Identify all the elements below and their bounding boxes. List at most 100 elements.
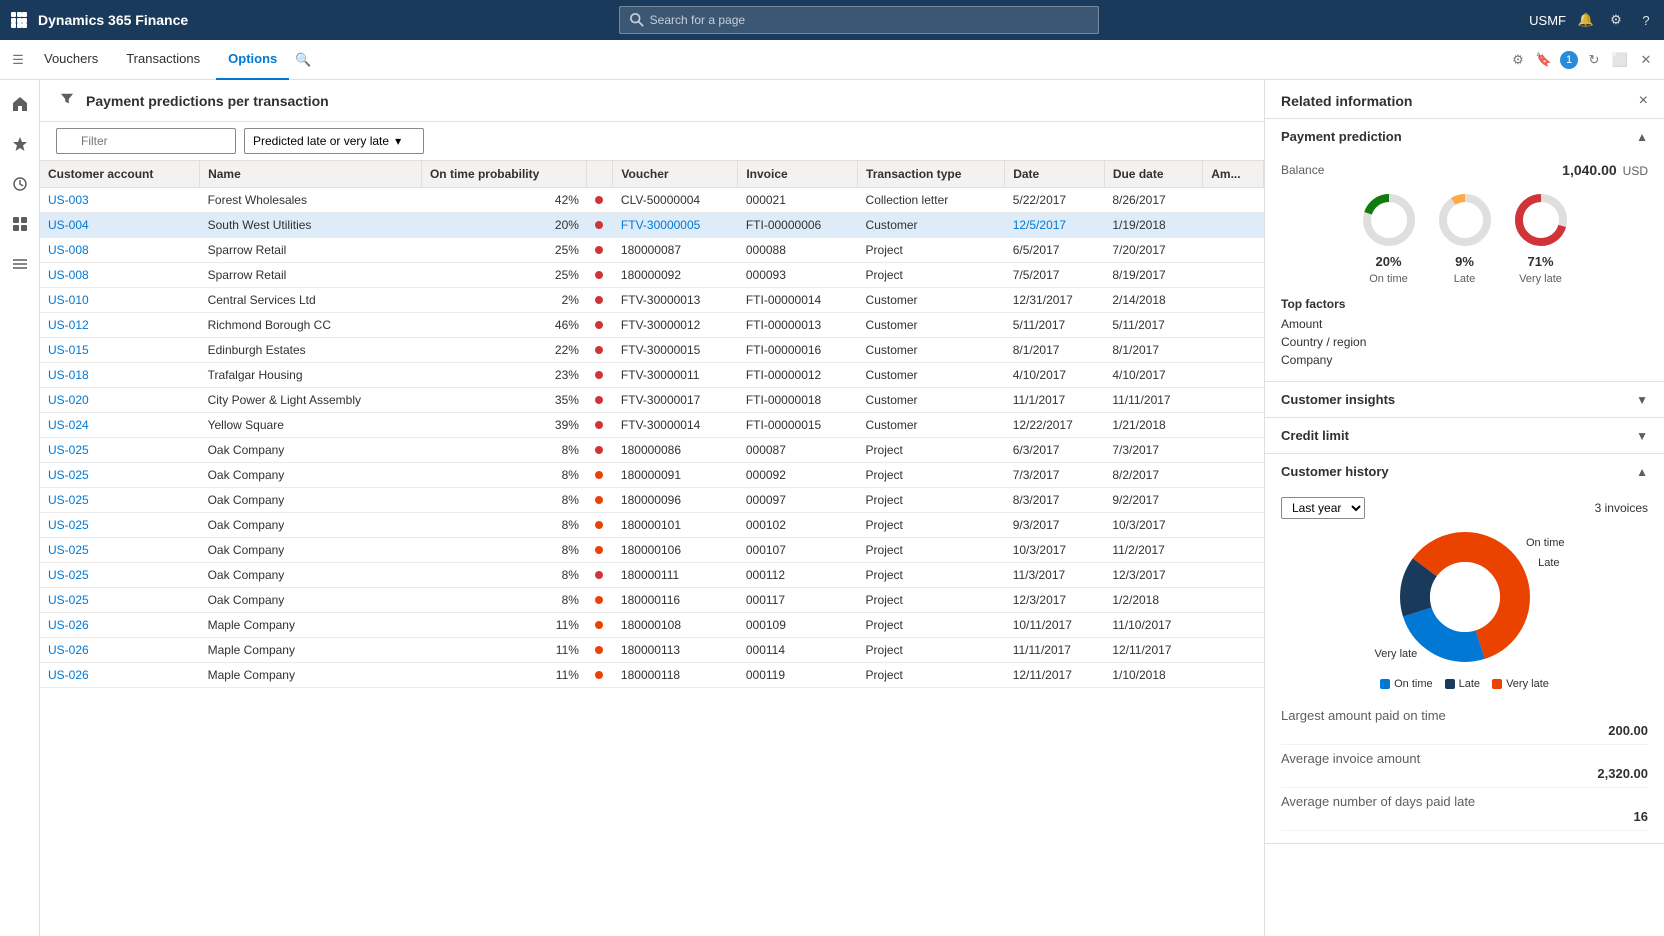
table-row[interactable]: US-018 Trafalgar Housing 23% FTV-3000001… — [40, 363, 1264, 388]
chevron-down-icon-credit: ▼ — [1636, 429, 1648, 443]
cell-account: US-025 — [40, 538, 200, 563]
cell-dot — [587, 263, 613, 288]
chart-label-late: Late — [1538, 557, 1559, 569]
cell-date: 12/3/2017 — [1005, 588, 1105, 613]
table-row[interactable]: US-026 Maple Company 11% 180000108 00010… — [40, 613, 1264, 638]
payment-prediction-section: Payment prediction ▲ Balance 1,040.00 US… — [1265, 119, 1664, 382]
cell-account: US-026 — [40, 613, 200, 638]
table-container[interactable]: Customer account Name On time probabilit… — [40, 161, 1264, 936]
cell-type: Project — [858, 513, 1005, 538]
cell-due: 5/11/2017 — [1104, 313, 1202, 338]
cell-voucher: 180000087 — [613, 238, 738, 263]
settings2-icon[interactable]: ⚙ — [1508, 50, 1528, 70]
cell-due: 8/2/2017 — [1104, 463, 1202, 488]
table-row[interactable]: US-025 Oak Company 8% 180000086 000087 P… — [40, 438, 1264, 463]
table-row[interactable]: US-025 Oak Company 8% 180000091 000092 P… — [40, 463, 1264, 488]
badge-icon[interactable]: 1 — [1560, 51, 1578, 69]
refresh-icon[interactable]: ↻ — [1584, 50, 1604, 70]
table-row[interactable]: US-025 Oak Company 8% 180000101 000102 P… — [40, 513, 1264, 538]
year-period-dropdown[interactable]: Last year — [1281, 497, 1365, 519]
cell-name: Maple Company — [200, 613, 422, 638]
sidebar-item-favorites[interactable] — [4, 128, 36, 160]
cell-probability: 22% — [421, 338, 586, 363]
legend-late: Late — [1445, 678, 1480, 690]
panel-close-button[interactable]: × — [1639, 92, 1648, 110]
credit-limit-header[interactable]: Credit limit ▼ — [1265, 418, 1664, 453]
table-row[interactable]: US-012 Richmond Borough CC 46% FTV-30000… — [40, 313, 1264, 338]
table-row[interactable]: US-025 Oak Company 8% 180000111 000112 P… — [40, 563, 1264, 588]
cell-type: Customer — [858, 313, 1005, 338]
tab-options[interactable]: Options — [216, 40, 289, 80]
table-row[interactable]: US-015 Edinburgh Estates 22% FTV-3000001… — [40, 338, 1264, 363]
table-row[interactable]: US-008 Sparrow Retail 25% 180000092 0000… — [40, 263, 1264, 288]
grid-icon[interactable] — [8, 9, 30, 31]
cell-invoice: 000114 — [738, 638, 858, 663]
col-amount: Am... — [1203, 161, 1264, 188]
top-nav-left: Dynamics 365 Finance — [8, 9, 188, 31]
history-controls: Last year 3 invoices — [1281, 497, 1648, 519]
cell-date: 10/3/2017 — [1005, 538, 1105, 563]
table-row[interactable]: US-024 Yellow Square 39% FTV-30000014 FT… — [40, 413, 1264, 438]
prediction-filter-dropdown[interactable]: Predicted late or very late ▾ — [244, 128, 424, 154]
filter-input[interactable] — [56, 128, 236, 154]
cell-voucher: FTV-30000015 — [613, 338, 738, 363]
cell-date: 7/5/2017 — [1005, 263, 1105, 288]
table-row[interactable]: US-020 City Power & Light Assembly 35% F… — [40, 388, 1264, 413]
table-row[interactable]: US-008 Sparrow Retail 25% 180000087 0000… — [40, 238, 1264, 263]
cell-due: 4/10/2017 — [1104, 363, 1202, 388]
sidebar-item-home[interactable] — [4, 88, 36, 120]
cell-dot — [587, 513, 613, 538]
filter-toggle-button[interactable] — [56, 88, 78, 113]
table-row[interactable]: US-010 Central Services Ltd 2% FTV-30000… — [40, 288, 1264, 313]
table-row[interactable]: US-026 Maple Company 11% 180000113 00011… — [40, 638, 1264, 663]
cell-amount — [1203, 638, 1264, 663]
bookmark-icon[interactable]: 🔖 — [1534, 50, 1554, 70]
table-row[interactable]: US-026 Maple Company 11% 180000118 00011… — [40, 663, 1264, 688]
table-row[interactable]: US-025 Oak Company 8% 180000106 000107 P… — [40, 538, 1264, 563]
balance-label: Balance — [1281, 163, 1324, 177]
tab-transactions[interactable]: Transactions — [114, 40, 212, 80]
cell-invoice: 000107 — [738, 538, 858, 563]
search-bar[interactable]: Search for a page — [619, 6, 1099, 34]
cell-amount — [1203, 213, 1264, 238]
cell-amount — [1203, 413, 1264, 438]
customer-insights-header[interactable]: Customer insights ▼ — [1265, 382, 1664, 417]
sidebar-item-recent[interactable] — [4, 168, 36, 200]
cell-name: Oak Company — [200, 563, 422, 588]
cell-name: Sparrow Retail — [200, 238, 422, 263]
menu-toggle[interactable]: ☰ — [8, 50, 28, 70]
top-nav-center: Search for a page — [196, 6, 1521, 34]
sidebar-item-modules[interactable] — [4, 248, 36, 280]
cell-date: 6/5/2017 — [1005, 238, 1105, 263]
table-row[interactable]: US-025 Oak Company 8% 180000096 000097 P… — [40, 488, 1264, 513]
cell-probability: 8% — [421, 488, 586, 513]
close-nav-icon[interactable]: ✕ — [1636, 50, 1656, 70]
open-icon[interactable]: ⬜ — [1610, 50, 1630, 70]
chart-label-very-late: Very late — [1375, 648, 1418, 660]
cell-voucher: FTV-30000013 — [613, 288, 738, 313]
cell-type: Project — [858, 263, 1005, 288]
table-row[interactable]: US-003 Forest Wholesales 42% CLV-5000000… — [40, 188, 1264, 213]
cell-name: Edinburgh Estates — [200, 338, 422, 363]
col-type: Transaction type — [858, 161, 1005, 188]
search-nav-icon[interactable]: 🔍 — [293, 50, 313, 70]
customer-history-header[interactable]: Customer history ▲ — [1265, 454, 1664, 489]
cell-date: 5/22/2017 — [1005, 188, 1105, 213]
cell-amount — [1203, 313, 1264, 338]
cell-amount — [1203, 538, 1264, 563]
chart-legend: On time Late Very late — [1380, 678, 1549, 690]
panel-header: Related information × — [1265, 80, 1664, 119]
cell-date: 8/3/2017 — [1005, 488, 1105, 513]
payment-prediction-header[interactable]: Payment prediction ▲ — [1265, 119, 1664, 154]
sidebar-item-workspaces[interactable] — [4, 208, 36, 240]
cell-due: 1/21/2018 — [1104, 413, 1202, 438]
stat-label-2: Average invoice amount — [1281, 751, 1648, 766]
tab-vouchers[interactable]: Vouchers — [32, 40, 110, 80]
table-row[interactable]: US-004 South West Utilities 20% FTV-3000… — [40, 213, 1264, 238]
settings-icon[interactable]: ⚙ — [1606, 10, 1626, 30]
credit-limit-section: Credit limit ▼ — [1265, 418, 1664, 454]
help-icon[interactable]: ? — [1636, 10, 1656, 30]
cell-invoice: 000119 — [738, 663, 858, 688]
table-row[interactable]: US-025 Oak Company 8% 180000116 000117 P… — [40, 588, 1264, 613]
notification-icon[interactable]: 🔔 — [1576, 10, 1596, 30]
